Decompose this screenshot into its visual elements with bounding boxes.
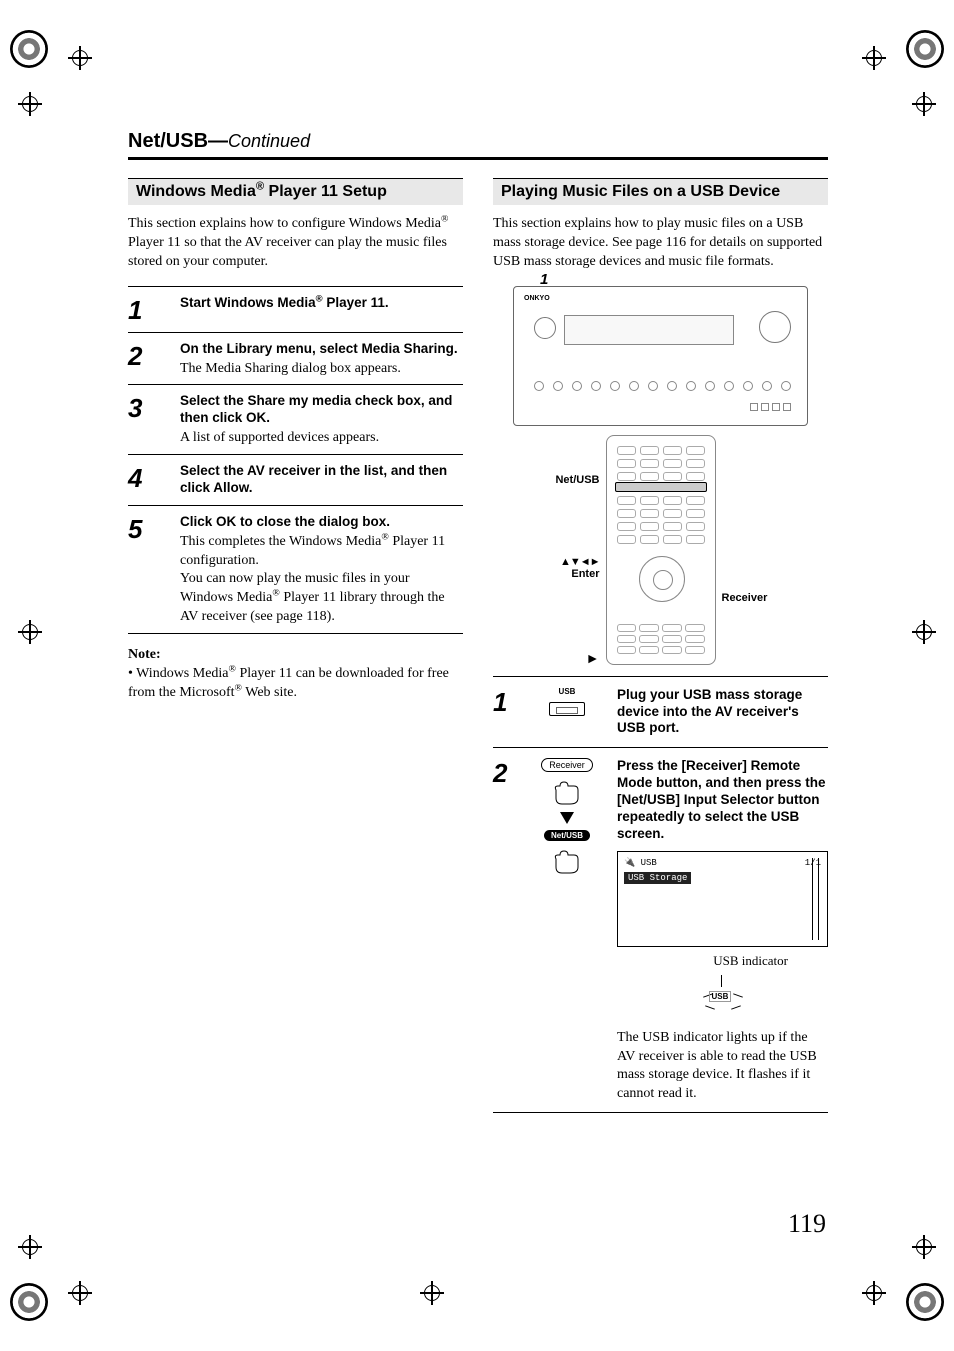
page-number: 119 — [788, 1209, 826, 1239]
section-title: Net/USB — [128, 130, 208, 152]
right-step-1: 1 USB Plug your USB mass storage device … — [493, 676, 828, 748]
button-row — [534, 403, 791, 413]
usb-indicator-graphic: USB — [617, 975, 828, 1019]
step-2: 2 On the Library menu, select Media Shar… — [128, 332, 463, 385]
step-desc: This completes the Windows Media® Player… — [180, 533, 463, 571]
step-title: Plug your USB mass storage device into t… — [617, 687, 828, 738]
step-title: On the Library menu, select Media Sharin… — [180, 341, 463, 358]
section-sep: — — [208, 130, 228, 152]
right-step-2: 2 Receiver Net/USB Press the [Receiv — [493, 747, 828, 1113]
power-knob-icon — [534, 317, 556, 339]
usb-port-icon — [549, 702, 585, 716]
note-block: Note: Windows Media® Player 11 can be do… — [128, 646, 463, 703]
step-4: 4 Select the AV receiver in the list, an… — [128, 454, 463, 505]
registered-mark: ® — [256, 181, 264, 193]
right-column: Playing Music Files on a USB Device This… — [493, 178, 828, 1113]
step-title: Press the [Receiver] Remote Mode button,… — [617, 758, 828, 842]
step-title: Select the AV receiver in the list, and … — [180, 463, 463, 497]
step-desc: The Media Sharing dialog box appears. — [180, 360, 463, 379]
left-column: Windows Media® Player 11 Setup This sect… — [128, 178, 463, 1113]
right-intro: This section explains how to play music … — [493, 215, 828, 272]
remote-illustration — [606, 435, 716, 665]
usb-screen-illustration: 🔌 USB 1/1 USB Storage — [617, 851, 828, 947]
step-desc: A list of supported devices appears. — [180, 429, 463, 448]
right-heading: Playing Music Files on a USB Device — [493, 178, 828, 205]
remote-area: Net/USB ▲▼◄► Enter ► — [493, 434, 828, 666]
remote-dpad-icon — [639, 556, 685, 602]
step-number: 1 — [128, 295, 166, 326]
step-desc: The USB indicator lights up if the AV re… — [617, 1029, 828, 1105]
receiver-display-icon — [564, 315, 734, 345]
section-header: Net/USB—Continued — [128, 130, 828, 160]
step-number: 3 — [128, 393, 166, 448]
arrow-down-icon — [560, 812, 574, 824]
netusb-pill: Net/USB — [544, 830, 590, 841]
step-number: 4 — [128, 463, 166, 499]
step-title: Start Windows Media® Player 11. — [180, 295, 463, 312]
step-number: 2 — [493, 758, 517, 1104]
remote-button-grid — [617, 446, 705, 481]
receiver-front-illustration: 1 ONKYO — [513, 286, 808, 426]
hand-press-icon — [550, 778, 584, 806]
step-number: 5 — [128, 514, 166, 627]
left-heading: Windows Media® Player 11 Setup — [128, 178, 463, 205]
step-number: 1 — [493, 687, 517, 740]
note-label: Note: — [128, 646, 463, 665]
screen-usb-head: 🔌 USB — [624, 858, 657, 868]
receiver-brand: ONKYO — [524, 295, 550, 302]
remote-transport-row — [617, 624, 705, 654]
diagram-area: 1 ONKYO Net/USB ▲▼ — [493, 286, 828, 666]
volume-knob-icon — [759, 311, 791, 343]
screen-usb-item: USB Storage — [624, 872, 691, 884]
step-3: 3 Select the Share my media check box, a… — [128, 384, 463, 454]
label-enter: Enter — [542, 568, 600, 580]
label-play: ► — [542, 650, 600, 666]
step-number: 2 — [128, 341, 166, 379]
usb-indicator-icon: USB — [709, 991, 732, 1002]
button-row — [534, 381, 791, 393]
step-1: 1 Start Windows Media® Player 11. — [128, 286, 463, 332]
label-netusb: Net/USB — [542, 474, 600, 486]
usb-port-label: USB — [559, 687, 576, 696]
hand-press-icon — [550, 847, 584, 875]
section-continued: Continued — [228, 131, 310, 151]
remote-button-grid — [617, 496, 705, 544]
step-title: Click OK to close the dialog box. — [180, 514, 463, 531]
label-arrows: ▲▼◄► — [542, 556, 600, 568]
usb-indicator-label: USB indicator — [617, 953, 828, 969]
receiver-pill: Receiver — [541, 758, 593, 772]
note-item: Windows Media® Player 11 can be download… — [128, 665, 463, 703]
callout-1: 1 — [540, 271, 548, 288]
left-intro: This section explains how to configure W… — [128, 215, 463, 272]
step-desc: You can now play the music files in your… — [180, 570, 463, 627]
step-5: 5 Click OK to close the dialog box. This… — [128, 505, 463, 634]
remote-highlight-row — [615, 482, 707, 492]
step-title: Select the Share my media check box, and… — [180, 393, 463, 427]
page-content: Net/USB—Continued Windows Media® Player … — [128, 130, 828, 1113]
label-receiver: Receiver — [722, 592, 780, 604]
